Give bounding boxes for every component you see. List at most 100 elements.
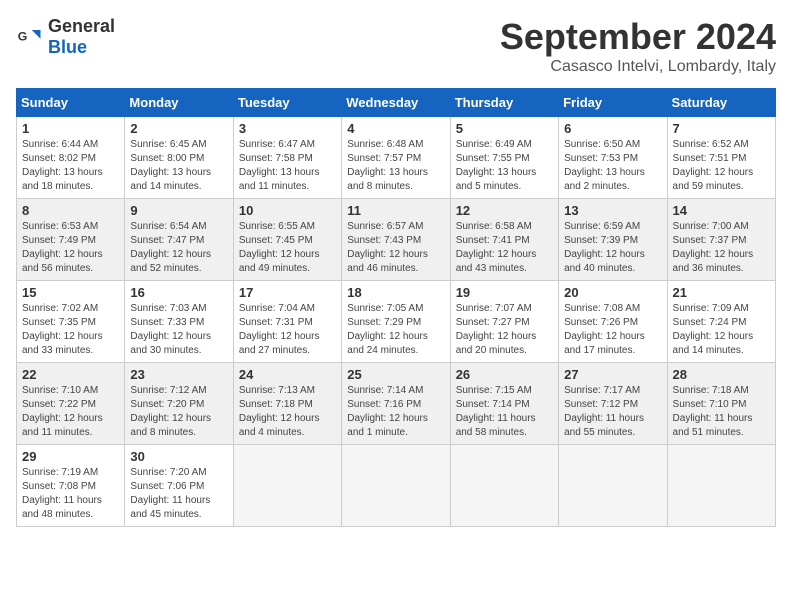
day-info: Sunrise: 7:15 AMSunset: 7:14 PMDaylight:… [456,384,553,440]
calendar-day: 9 Sunrise: 6:54 AMSunset: 7:47 PMDaylight… [125,199,233,281]
day-info: Sunrise: 7:04 AMSunset: 7:31 PMDaylight:… [239,302,336,358]
day-number: 14 [673,203,770,218]
day-info: Sunrise: 7:00 AMSunset: 7:37 PMDaylight:… [673,220,770,276]
calendar-day: 4 Sunrise: 6:48 AMSunset: 7:57 PMDaylight… [342,117,450,199]
day-info: Sunrise: 6:59 AMSunset: 7:39 PMDaylight:… [564,220,661,276]
day-number: 22 [22,367,119,382]
day-number: 10 [239,203,336,218]
calendar-day: 29 Sunrise: 7:19 AMSunset: 7:08 PMDayligh… [17,445,125,527]
logo-blue: Blue [48,37,87,57]
day-number: 17 [239,285,336,300]
calendar-day: 21Sunrise: 7:09 AMSunset: 7:24 PMDayligh… [667,281,775,363]
weekday-header-thursday: Thursday [450,89,558,117]
day-number: 16 [130,285,227,300]
calendar-day: 6Sunrise: 6:50 AMSunset: 7:53 PMDaylight… [559,117,667,199]
day-info: Sunrise: 6:48 AMSunset: 7:57 PMDaylight:… [347,138,444,194]
day-info: Sunrise: 7:14 AMSunset: 7:16 PMDaylight:… [347,384,444,440]
day-info: Sunrise: 6:45 AMSunset: 8:00 PMDaylight:… [130,138,227,194]
day-info: Sunrise: 7:12 AMSunset: 7:20 PMDaylight:… [130,384,227,440]
day-number: 28 [673,367,770,382]
calendar-day [450,445,558,527]
calendar-day: 13 Sunrise: 6:59 AMSunset: 7:39 PMDayligh… [559,199,667,281]
day-info: Sunrise: 6:53 AMSunset: 7:49 PMDaylight:… [22,220,119,276]
day-number: 18 [347,285,444,300]
day-number: 12 [456,203,553,218]
svg-text:G: G [18,30,28,44]
day-info: Sunrise: 6:54 AMSunset: 7:47 PMDaylight:… [130,220,227,276]
calendar-day: 27 Sunrise: 7:17 AMSunset: 7:12 PMDayligh… [559,363,667,445]
calendar-day: 11 Sunrise: 6:57 AMSunset: 7:43 PMDayligh… [342,199,450,281]
day-number: 9 [130,203,227,218]
calendar-week-row: 22Sunrise: 7:10 AMSunset: 7:22 PMDayligh… [17,363,776,445]
day-info: Sunrise: 7:03 AMSunset: 7:33 PMDaylight:… [130,302,227,358]
calendar-day: 24 Sunrise: 7:13 AMSunset: 7:18 PMDayligh… [233,363,341,445]
day-number: 23 [130,367,227,382]
day-info: Sunrise: 7:18 AMSunset: 7:10 PMDaylight:… [673,384,770,440]
day-number: 11 [347,203,444,218]
calendar-day: 14 Sunrise: 7:00 AMSunset: 7:37 PMDayligh… [667,199,775,281]
calendar-day: 1Sunrise: 6:44 AMSunset: 8:02 PMDaylight… [17,117,125,199]
weekday-header-sunday: Sunday [17,89,125,117]
calendar-day [233,445,341,527]
day-info: Sunrise: 7:07 AMSunset: 7:27 PMDaylight:… [456,302,553,358]
day-number: 6 [564,121,661,136]
day-number: 2 [130,121,227,136]
day-number: 29 [22,449,119,464]
day-info: Sunrise: 7:13 AMSunset: 7:18 PMDaylight:… [239,384,336,440]
calendar-day: 25 Sunrise: 7:14 AMSunset: 7:16 PMDayligh… [342,363,450,445]
day-info: Sunrise: 6:44 AMSunset: 8:02 PMDaylight:… [22,138,119,194]
day-number: 13 [564,203,661,218]
weekday-header-row: SundayMondayTuesdayWednesdayThursdayFrid… [17,89,776,117]
weekday-header-saturday: Saturday [667,89,775,117]
day-info: Sunrise: 7:17 AMSunset: 7:12 PMDaylight:… [564,384,661,440]
day-number: 3 [239,121,336,136]
logo: G General Blue [16,16,115,58]
day-info: Sunrise: 7:20 AMSunset: 7:06 PMDaylight:… [130,466,227,522]
day-number: 27 [564,367,661,382]
day-info: Sunrise: 7:05 AMSunset: 7:29 PMDaylight:… [347,302,444,358]
calendar-day: 17 Sunrise: 7:04 AMSunset: 7:31 PMDayligh… [233,281,341,363]
day-info: Sunrise: 6:58 AMSunset: 7:41 PMDaylight:… [456,220,553,276]
location-title: Casasco Intelvi, Lombardy, Italy [500,58,776,76]
day-number: 25 [347,367,444,382]
day-info: Sunrise: 6:49 AMSunset: 7:55 PMDaylight:… [456,138,553,194]
calendar-day: 7Sunrise: 6:52 AMSunset: 7:51 PMDaylight… [667,117,775,199]
day-number: 4 [347,121,444,136]
title-area: September 2024 Casasco Intelvi, Lombardy… [500,16,776,76]
calendar-day: 3Sunrise: 6:47 AMSunset: 7:58 PMDaylight… [233,117,341,199]
day-number: 24 [239,367,336,382]
calendar-day: 26Sunrise: 7:15 AMSunset: 7:14 PMDayligh… [450,363,558,445]
day-info: Sunrise: 6:57 AMSunset: 7:43 PMDaylight:… [347,220,444,276]
calendar-day: 10 Sunrise: 6:55 AMSunset: 7:45 PMDayligh… [233,199,341,281]
calendar-week-row: 1Sunrise: 6:44 AMSunset: 8:02 PMDaylight… [17,117,776,199]
calendar-week-row: 8 Sunrise: 6:53 AMSunset: 7:49 PMDaylight… [17,199,776,281]
weekday-header-friday: Friday [559,89,667,117]
day-number: 8 [22,203,119,218]
calendar-day: 20Sunrise: 7:08 AMSunset: 7:26 PMDayligh… [559,281,667,363]
day-number: 15 [22,285,119,300]
calendar-day: 18 Sunrise: 7:05 AMSunset: 7:29 PMDayligh… [342,281,450,363]
day-info: Sunrise: 7:02 AMSunset: 7:35 PMDaylight:… [22,302,119,358]
calendar-day: 5 Sunrise: 6:49 AMSunset: 7:55 PMDaylight… [450,117,558,199]
day-number: 7 [673,121,770,136]
calendar-day: 30 Sunrise: 7:20 AMSunset: 7:06 PMDayligh… [125,445,233,527]
weekday-header-tuesday: Tuesday [233,89,341,117]
calendar-day: 23 Sunrise: 7:12 AMSunset: 7:20 PMDayligh… [125,363,233,445]
day-number: 30 [130,449,227,464]
calendar-week-row: 29 Sunrise: 7:19 AMSunset: 7:08 PMDayligh… [17,445,776,527]
weekday-header-monday: Monday [125,89,233,117]
calendar-week-row: 15 Sunrise: 7:02 AMSunset: 7:35 PMDayligh… [17,281,776,363]
day-info: Sunrise: 7:19 AMSunset: 7:08 PMDaylight:… [22,466,119,522]
day-number: 5 [456,121,553,136]
day-info: Sunrise: 6:55 AMSunset: 7:45 PMDaylight:… [239,220,336,276]
calendar-day: 28 Sunrise: 7:18 AMSunset: 7:10 PMDayligh… [667,363,775,445]
calendar-day: 19 Sunrise: 7:07 AMSunset: 7:27 PMDayligh… [450,281,558,363]
logo-text: General Blue [48,16,115,58]
calendar-day [559,445,667,527]
day-info: Sunrise: 7:09 AMSunset: 7:24 PMDaylight:… [673,302,770,358]
header: G General Blue September 2024 Casasco In… [16,16,776,76]
calendar-day: 22Sunrise: 7:10 AMSunset: 7:22 PMDayligh… [17,363,125,445]
calendar-day: 16 Sunrise: 7:03 AMSunset: 7:33 PMDayligh… [125,281,233,363]
calendar-day [342,445,450,527]
day-number: 19 [456,285,553,300]
